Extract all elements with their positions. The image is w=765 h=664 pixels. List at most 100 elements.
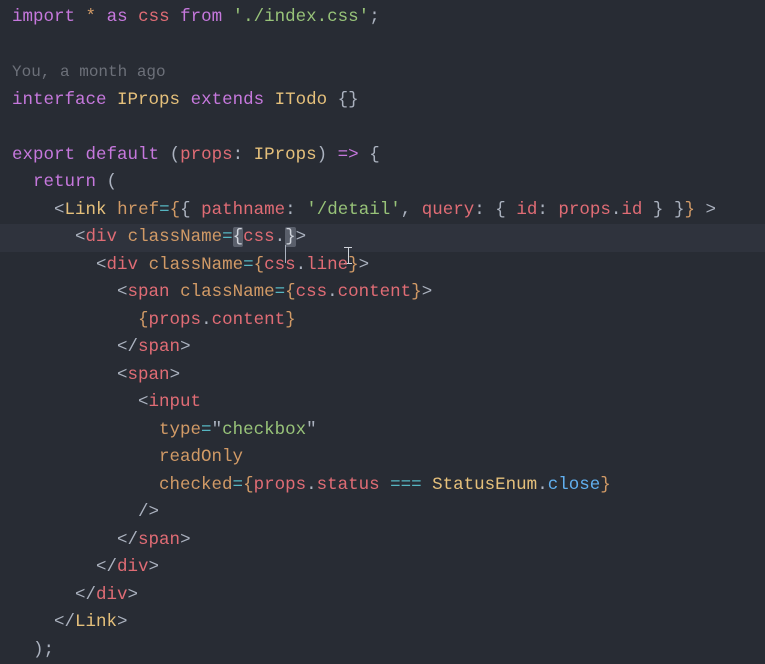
angle-open: <	[54, 200, 65, 220]
jsx-attr: className	[128, 227, 223, 247]
semicolon: ;	[44, 640, 55, 660]
colon: :	[537, 200, 548, 220]
jsx-tag: div	[107, 255, 139, 275]
property: content	[338, 282, 412, 302]
identifier: props	[254, 475, 307, 495]
brace: {	[369, 145, 380, 165]
code-line[interactable]: <span>	[12, 362, 765, 390]
key: pathname	[201, 200, 285, 220]
property: close	[548, 475, 601, 495]
angle-close: >	[359, 255, 370, 275]
identifier: props	[558, 200, 611, 220]
blame-annotation: You, a month ago	[12, 59, 765, 87]
brace: }	[674, 200, 685, 220]
type-name: StatusEnum	[432, 475, 537, 495]
angle-open: <	[96, 255, 107, 275]
star: *	[86, 7, 97, 27]
code-line[interactable]: </div>	[12, 554, 765, 582]
rparen: )	[33, 640, 44, 660]
jsx-tag: span	[138, 337, 180, 357]
code-line-active[interactable]: <div className={css.}>	[12, 224, 765, 252]
angle-open: </	[96, 557, 117, 577]
jsx-attr: checked	[159, 475, 233, 495]
code-line[interactable]: </Link>	[12, 609, 765, 637]
identifier: css	[138, 7, 170, 27]
colon: :	[285, 200, 296, 220]
colon: :	[233, 145, 244, 165]
code-line[interactable]: export default (props: IProps) => {	[12, 142, 765, 170]
code-line[interactable]: <div className={css.line}>	[12, 252, 765, 280]
keyword: default	[86, 145, 160, 165]
code-line[interactable]: checked={props.status === StatusEnum.clo…	[12, 472, 765, 500]
type-name: ITodo	[275, 90, 328, 110]
brace: {	[170, 200, 181, 220]
string: './index.css'	[233, 7, 370, 27]
brace: }	[285, 310, 296, 330]
arrow: =>	[338, 145, 359, 165]
key: id	[516, 200, 537, 220]
angle-close: >	[180, 530, 191, 550]
dot: .	[201, 310, 212, 330]
jsx-tag: span	[138, 530, 180, 550]
angle-open: </	[117, 530, 138, 550]
property: status	[317, 475, 380, 495]
code-line[interactable]: {props.content}	[12, 307, 765, 335]
jsx-tag: Link	[65, 200, 107, 220]
identifier: props	[149, 310, 202, 330]
angle-open: <	[117, 282, 128, 302]
code-line[interactable]: return (	[12, 169, 765, 197]
self-close: />	[138, 502, 159, 522]
identifier: css	[264, 255, 296, 275]
code-line[interactable]: type="checkbox"	[12, 417, 765, 445]
code-line[interactable]: <Link href={{ pathname: '/detail', query…	[12, 197, 765, 225]
brace: }	[684, 200, 695, 220]
angle-close: >	[296, 227, 307, 247]
comma: ,	[401, 200, 412, 220]
rparen: )	[317, 145, 328, 165]
code-line[interactable]: </span>	[12, 527, 765, 555]
code-line[interactable]: </span>	[12, 334, 765, 362]
keyword: import	[12, 7, 75, 27]
angle-open: <	[117, 365, 128, 385]
code-line-blank[interactable]	[12, 32, 765, 60]
brace: }	[600, 475, 611, 495]
string: checkbox	[222, 420, 306, 440]
colon: :	[474, 200, 485, 220]
identifier: css	[243, 227, 275, 247]
angle-close: >	[422, 282, 433, 302]
jsx-tag: div	[86, 227, 118, 247]
semicolon: ;	[369, 7, 380, 27]
property: line	[306, 255, 348, 275]
brace-match: {	[233, 227, 244, 247]
jsx-tag: div	[117, 557, 149, 577]
code-line-blank[interactable]	[12, 114, 765, 142]
code-line[interactable]: readOnly	[12, 444, 765, 472]
code-line[interactable]: />	[12, 499, 765, 527]
brace: {	[138, 310, 149, 330]
code-line[interactable]: interface IProps extends ITodo {}	[12, 87, 765, 115]
keyword: return	[33, 172, 96, 192]
angle-open: </	[54, 612, 75, 632]
brace: }	[348, 255, 359, 275]
type-name: IProps	[117, 90, 180, 110]
jsx-attr: href	[117, 200, 159, 220]
equals: =	[159, 200, 170, 220]
code-line[interactable]: </div>	[12, 582, 765, 610]
angle-close: >	[128, 585, 139, 605]
brace: {	[180, 200, 191, 220]
equals: =	[243, 255, 254, 275]
angle-close: >	[180, 337, 191, 357]
brace: {	[495, 200, 506, 220]
angle-open: <	[75, 227, 86, 247]
code-line[interactable]: <span className={css.content}>	[12, 279, 765, 307]
dot: .	[296, 255, 307, 275]
jsx-attr: readOnly	[159, 447, 243, 467]
code-line[interactable]: <input	[12, 389, 765, 417]
param: props	[180, 145, 233, 165]
angle-open: </	[75, 585, 96, 605]
code-line[interactable]: import * as css from './index.css';	[12, 4, 765, 32]
jsx-tag: Link	[75, 612, 117, 632]
property: id	[621, 200, 642, 220]
operator: ===	[390, 475, 422, 495]
code-line[interactable]: );	[12, 637, 765, 664]
